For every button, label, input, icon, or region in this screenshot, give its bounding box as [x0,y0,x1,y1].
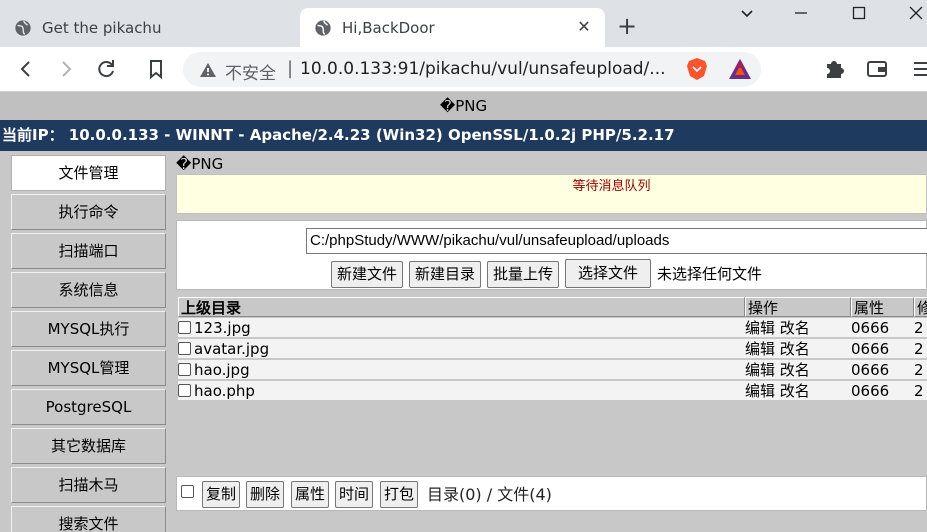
sidebar-item-mysql-exec[interactable]: MYSQL执行 [11,311,166,347]
file-modified[interactable]: 2 [914,339,927,359]
close-window-icon[interactable] [905,5,927,27]
browser-toolbar: 不安全 | 10.0.0.133:91/pikachu/vul/unsafeup… [0,47,927,92]
tab-get-the-pikachu[interactable]: Get the pikachu [0,8,300,47]
column-header-modified: 修 [914,297,927,317]
file-attr[interactable]: 0666 [851,318,914,338]
globe-icon [315,19,331,36]
tab-title: Hi,BackDoor [342,18,435,37]
batch-upload-button[interactable]: 批量上传 [487,261,559,288]
edit-link[interactable]: 编辑 [745,361,775,379]
rename-link[interactable]: 改名 [780,361,810,379]
choose-file-button[interactable]: 选择文件 [565,259,651,288]
file-modified[interactable]: 2 [914,381,927,401]
copy-button[interactable]: 复制 [202,481,240,508]
brave-shield-icon[interactable] [686,57,708,81]
png-text: �PNG [176,155,224,173]
reload-icon[interactable] [94,57,118,81]
globe-icon [15,19,31,36]
omnibox-separator: | [287,58,294,79]
delete-button[interactable]: 删除 [246,481,284,508]
page-content: �PNG 当前IP： 10.0.0.133 - WINNT - Apache/2… [0,92,927,532]
file-attr[interactable]: 0666 [851,339,914,359]
pack-button[interactable]: 打包 [380,481,418,508]
row-checkbox[interactable] [178,342,191,355]
png-header-text: �PNG [0,92,927,120]
edit-link[interactable]: 编辑 [745,319,775,337]
sidebar-item-postgresql[interactable]: PostgreSQL [11,389,166,425]
path-panel: C:/phpStudy/WWW/pikachu/vul/unsafeupload… [176,220,927,290]
file-modified[interactable]: 2 [914,360,927,380]
close-tab-icon[interactable]: ✕ [575,18,593,36]
table-row: avatar.jpg 编辑 改名 0666 2 [178,339,927,359]
sidebar-item-search-files[interactable]: 搜索文件 [11,506,166,532]
row-checkbox[interactable] [178,363,191,376]
no-file-selected-text: 未选择任何文件 [657,265,763,283]
row-checkbox[interactable] [178,321,191,334]
new-file-button[interactable]: 新建文件 [331,261,403,288]
file-attr[interactable]: 0666 [851,360,914,380]
table-header-row: 上级目录 操作 属性 修 [178,297,927,317]
select-all-checkbox[interactable] [181,485,194,498]
file-attr[interactable]: 0666 [851,381,914,401]
file-name-link[interactable]: hao.jpg [194,361,250,379]
tab-hi-backdoor[interactable]: Hi,BackDoor ✕ [300,8,605,47]
dir-file-count: 目录(0) / 文件(4) [427,485,552,504]
sidebar-item-other-db[interactable]: 其它数据库 [11,428,166,464]
rename-link[interactable]: 改名 [780,319,810,337]
edit-link[interactable]: 编辑 [745,340,775,358]
sidebar-item-scan-trojan[interactable]: 扫描木马 [11,467,166,503]
forward-icon[interactable] [54,57,78,81]
rename-link[interactable]: 改名 [780,382,810,400]
sidebar-item-system-info[interactable]: 系统信息 [11,272,166,308]
bat-rewards-icon[interactable] [728,58,752,80]
ip-info-bar: 当前IP： 10.0.0.133 - WINNT - Apache/2.4.23… [0,120,927,151]
column-header-attr: 属性 [851,297,914,317]
row-checkbox[interactable] [178,384,191,397]
new-tab-button[interactable]: + [614,14,640,40]
column-header-ops: 操作 [745,297,851,317]
sidebar-item-execute-command[interactable]: 执行命令 [11,194,166,230]
time-button[interactable]: 时间 [335,481,373,508]
path-input[interactable]: C:/phpStudy/WWW/pikachu/vul/unsafeupload… [306,228,927,254]
menu-icon[interactable] [910,58,927,80]
edit-link[interactable]: 编辑 [745,382,775,400]
new-directory-button[interactable]: 新建目录 [409,261,481,288]
message-queue-banner: 等待消息队列 [176,174,927,214]
rename-link[interactable]: 改名 [780,340,810,358]
file-name-link[interactable]: hao.php [194,382,255,400]
address-bar[interactable]: 不安全 | 10.0.0.133:91/pikachu/vul/unsafeup… [183,52,761,87]
minimize-icon[interactable] [790,5,812,27]
maximize-icon[interactable] [848,5,870,27]
warning-icon[interactable] [199,61,217,79]
table-row: 123.jpg 编辑 改名 0666 2 [178,318,927,338]
sidebar-item-mysql-manage[interactable]: MYSQL管理 [11,350,166,386]
file-modified[interactable]: 2 [914,318,927,338]
file-name-link[interactable]: avatar.jpg [194,340,269,358]
tab-title: Get the pikachu [42,18,162,37]
attributes-button[interactable]: 属性 [291,481,329,508]
sidebar-item-file-manager[interactable]: 文件管理 [11,155,166,191]
file-actions-bar: 复制 删除 属性 时间 打包 目录(0) / 文件(4) [176,476,927,511]
parent-directory-link[interactable]: 上级目录 [178,297,745,317]
url-text[interactable]: 10.0.0.133:91/pikachu/vul/unsafeupload/.… [300,59,666,79]
bookmark-icon[interactable] [144,57,168,81]
browser-tab-bar: Get the pikachu Hi,BackDoor ✕ + [0,0,927,47]
back-icon[interactable] [14,57,38,81]
file-name-link[interactable]: 123.jpg [194,319,251,337]
security-label[interactable]: 不安全 [225,59,276,84]
extensions-icon[interactable] [823,58,845,80]
tab-search-dropdown-icon[interactable] [736,5,758,27]
table-row: hao.php 编辑 改名 0666 2 [178,381,927,401]
table-row: hao.jpg 编辑 改名 0666 2 [178,360,927,380]
sidebar-item-scan-ports[interactable]: 扫描端口 [11,233,166,269]
wallet-icon[interactable] [866,58,888,80]
